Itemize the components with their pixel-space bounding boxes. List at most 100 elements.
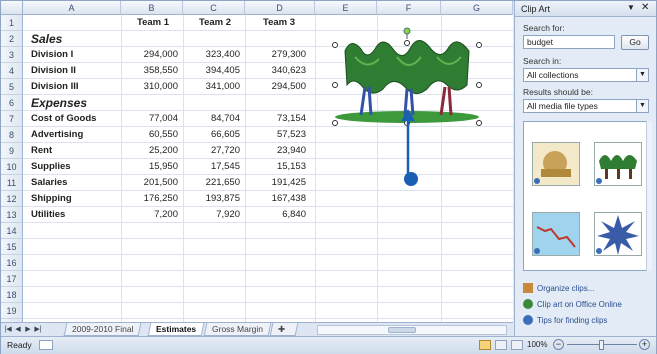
row-label[interactable]: Shipping — [31, 191, 121, 207]
row-header-17[interactable]: 17 — [1, 271, 23, 287]
cell-value[interactable]: 84,704 — [185, 111, 240, 127]
row-header-9[interactable]: 9 — [1, 143, 23, 159]
tips-link[interactable]: Tips for finding clips — [523, 315, 607, 325]
row-header-13[interactable]: 13 — [1, 207, 23, 223]
chevron-down-icon[interactable]: ▼ — [636, 100, 648, 112]
row-header-12[interactable]: 12 — [1, 191, 23, 207]
clip-result-money-bag[interactable] — [532, 142, 580, 186]
clip-result-trees[interactable] — [594, 142, 642, 186]
row-label[interactable]: Supplies — [31, 159, 121, 175]
cell-value[interactable]: 201,500 — [123, 175, 178, 191]
zoom-out-icon[interactable]: − — [553, 339, 564, 350]
results-scrollbar[interactable] — [646, 121, 652, 271]
search-input[interactable]: budget — [523, 35, 615, 49]
cell-value[interactable]: 358,550 — [123, 63, 178, 79]
cell-value[interactable]: 15,153 — [251, 159, 306, 175]
cell-value[interactable]: 394,405 — [185, 63, 240, 79]
page-break-view-icon[interactable] — [511, 340, 523, 350]
row-header-7[interactable]: 7 — [1, 111, 23, 127]
cell-value[interactable]: 294,000 — [123, 47, 178, 63]
cell-value[interactable]: 221,650 — [185, 175, 240, 191]
row-label[interactable]: Division II — [31, 63, 121, 79]
zoom-in-icon[interactable]: + — [639, 339, 650, 350]
row-label[interactable]: Utilities — [31, 207, 121, 223]
row-header-3[interactable]: 3 — [1, 47, 23, 63]
row-header-11[interactable]: 11 — [1, 175, 23, 191]
last-sheet-button[interactable]: ▶| — [33, 324, 43, 335]
cell-value[interactable]: 6,840 — [251, 207, 306, 223]
col-header-f[interactable]: F — [377, 1, 441, 15]
cell-value[interactable]: 73,154 — [251, 111, 306, 127]
section-sales[interactable]: Sales — [31, 31, 121, 47]
col-header-b[interactable]: B — [121, 1, 183, 15]
cell-value[interactable]: 167,438 — [251, 191, 306, 207]
col-header-g[interactable]: G — [441, 1, 513, 15]
col-header-a[interactable]: A — [23, 1, 121, 15]
cell-value[interactable]: 193,875 — [185, 191, 240, 207]
go-button[interactable]: Go — [621, 35, 649, 50]
close-icon[interactable]: ✕ — [641, 2, 649, 13]
cell-value[interactable]: 279,300 — [251, 47, 306, 63]
macro-record-icon[interactable] — [39, 340, 53, 350]
sheet-tab-estimates[interactable]: Estimates — [147, 323, 205, 336]
row-header-5[interactable]: 5 — [1, 79, 23, 95]
row-header-18[interactable]: 18 — [1, 287, 23, 303]
cell-value[interactable]: 340,623 — [251, 63, 306, 79]
cell-value[interactable]: 310,000 — [123, 79, 178, 95]
zoom-level[interactable]: 100% — [527, 340, 547, 349]
col-header-d[interactable]: D — [245, 1, 315, 15]
organize-clips-link[interactable]: Organize clips... — [523, 283, 594, 293]
first-sheet-button[interactable]: |◀ — [3, 324, 13, 335]
cell-value[interactable]: 66,605 — [185, 127, 240, 143]
cell-value[interactable]: 27,720 — [185, 143, 240, 159]
row-header-1[interactable]: 1 — [1, 15, 23, 31]
normal-view-icon[interactable] — [479, 340, 491, 350]
select-all-corner[interactable] — [1, 1, 23, 15]
row-header-2[interactable]: 2 — [1, 31, 23, 47]
row-label[interactable]: Division III — [31, 79, 121, 95]
zoom-slider-thumb[interactable] — [599, 340, 604, 350]
row-header-8[interactable]: 8 — [1, 127, 23, 143]
clip-result-chart-down[interactable] — [532, 212, 580, 256]
search-in-select[interactable]: All collections ▼ — [523, 68, 649, 82]
row-header-14[interactable]: 14 — [1, 223, 23, 239]
sheet-tab-2009-2010-final[interactable]: 2009-2010 Final — [63, 323, 142, 336]
cell-value[interactable]: 341,000 — [185, 79, 240, 95]
col-header-e[interactable]: E — [315, 1, 377, 15]
row-header-16[interactable]: 16 — [1, 255, 23, 271]
cell-value[interactable]: 294,500 — [251, 79, 306, 95]
prev-sheet-button[interactable]: ◀ — [13, 324, 23, 335]
pane-options-icon[interactable]: ▼ — [627, 3, 635, 12]
cell-value[interactable]: 60,550 — [123, 127, 178, 143]
cell-value[interactable]: 176,250 — [123, 191, 178, 207]
cell-value[interactable]: 15,950 — [123, 159, 178, 175]
section-expenses[interactable]: Expenses — [31, 95, 121, 111]
row-header-6[interactable]: 6 — [1, 95, 23, 111]
cell-value[interactable]: 25,200 — [123, 143, 178, 159]
worksheet-grid[interactable]: A B C D E F G 1 2 3 4 5 6 7 8 9 10 11 12… — [1, 1, 513, 335]
row-header-10[interactable]: 10 — [1, 159, 23, 175]
row-label[interactable]: Advertising — [31, 127, 121, 143]
cell-value[interactable]: 323,400 — [185, 47, 240, 63]
next-sheet-button[interactable]: ▶ — [23, 324, 33, 335]
header-team-1[interactable]: Team 1 — [123, 15, 183, 31]
header-team-2[interactable]: Team 2 — [185, 15, 245, 31]
row-label[interactable]: Rent — [31, 143, 121, 159]
horizontal-scrollbar[interactable] — [317, 325, 507, 335]
clip-result-star-burst[interactable] — [594, 212, 642, 256]
sheet-tab-gross-margin[interactable]: Gross Margin — [203, 323, 272, 336]
header-team-3[interactable]: Team 3 — [249, 15, 309, 31]
cell-value[interactable]: 7,920 — [185, 207, 240, 223]
page-layout-view-icon[interactable] — [495, 340, 507, 350]
insert-sheet-tab[interactable]: ✚ — [269, 323, 299, 336]
row-header-15[interactable]: 15 — [1, 239, 23, 255]
results-type-select[interactable]: All media file types ▼ — [523, 99, 649, 113]
cell-value[interactable]: 23,940 — [251, 143, 306, 159]
clip-art-online-link[interactable]: Clip art on Office Online — [523, 299, 622, 309]
cell-value[interactable]: 7,200 — [123, 207, 178, 223]
cell-value[interactable]: 57,523 — [251, 127, 306, 143]
chevron-down-icon[interactable]: ▼ — [636, 69, 648, 81]
cell-value[interactable]: 17,545 — [185, 159, 240, 175]
row-header-4[interactable]: 4 — [1, 63, 23, 79]
row-label[interactable]: Salaries — [31, 175, 121, 191]
